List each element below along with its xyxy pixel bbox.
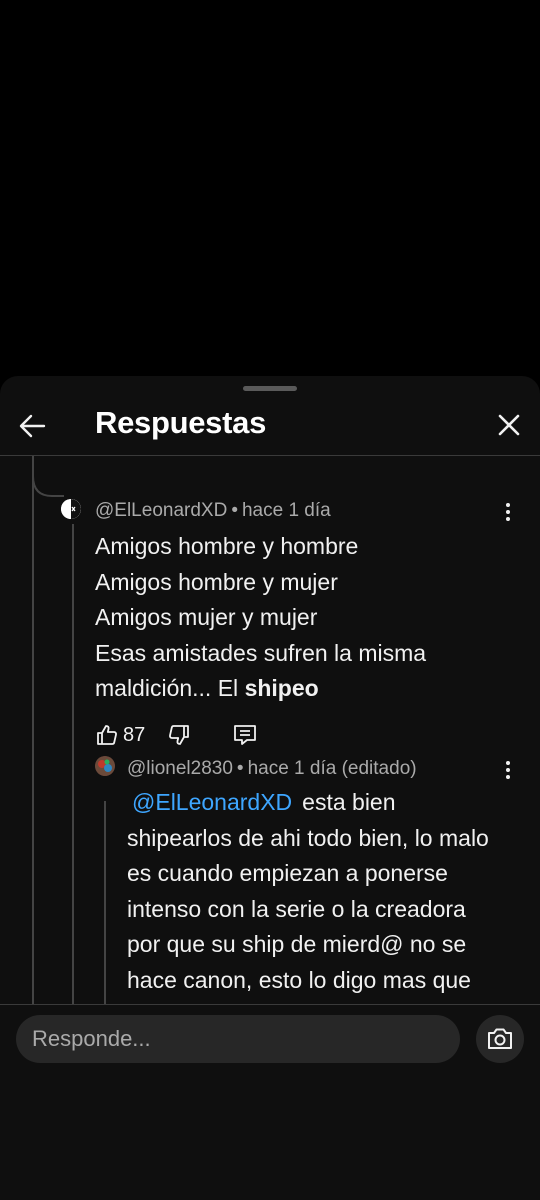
dislike-button[interactable] (167, 720, 191, 750)
comment-meta: @ElLeonardXD • hace 1 día (95, 500, 331, 522)
close-icon[interactable] (492, 408, 526, 442)
page-title: Respuestas (95, 405, 267, 440)
reply-line: intenso con la serie o la creadora (127, 895, 466, 922)
like-button[interactable]: 87 (95, 720, 145, 750)
reply-line: por que su ship de mierd@ no se (127, 931, 467, 957)
reply-line: shipearlos de ahi todo bien, lo malo (127, 824, 489, 851)
comment-line-last: maldición... El shipeo (95, 671, 515, 707)
reply-author[interactable]: @lionel2830 (127, 758, 233, 779)
reply-first-line: @ElLeonardXD esta bien (127, 785, 527, 821)
replies-sheet: Respuestas 2 (0, 376, 540, 1200)
reply-line: esta bien (302, 789, 396, 815)
reply-button[interactable] (232, 720, 258, 750)
comment-actions: 87 (95, 720, 275, 750)
mention-link[interactable]: @ElLeonardXD (132, 789, 292, 815)
comment-last-line-prefix: maldición... El (95, 675, 245, 701)
comment-line: Amigos mujer y mujer (95, 604, 318, 630)
reply-menu-icon[interactable] (503, 758, 513, 784)
comment-line: Amigos hombre y mujer (95, 568, 338, 595)
meta-separator: • (231, 500, 238, 521)
reply-bar (0, 1004, 540, 1200)
meta-separator: • (236, 758, 244, 779)
avatar[interactable] (95, 756, 115, 776)
reply-line: hace canon, esto lo digo mas que (127, 966, 471, 993)
drag-handle[interactable] (243, 386, 297, 391)
avatar-image-icon (95, 756, 115, 776)
comment-line: Esas amistades sufren la misma (95, 639, 427, 666)
comment-author[interactable]: @ElLeonardXD (95, 500, 227, 521)
comment-text: Amigos hombre y hombre Amigos hombre y m… (95, 529, 515, 707)
reply-time: hace 1 día (editado) (247, 758, 417, 779)
avatar[interactable] (61, 499, 81, 519)
replies-list[interactable]: 2 @ElLeonardXD•hace 1 día (0, 456, 540, 1004)
thumbs-up-icon (97, 725, 117, 745)
comment-elleonardxd: @ElLeonardXD • hace 1 día Amigos hombre y … (0, 456, 540, 746)
comment-line: Amigos hombre y hombre (95, 533, 359, 559)
back-arrow-icon[interactable] (14, 408, 50, 444)
comment-reply-icon (234, 725, 256, 745)
camera-icon (488, 1028, 512, 1049)
thumbs-down-icon (169, 725, 189, 745)
header: Respuestas (0, 400, 540, 456)
comment-time: hace 1 día (241, 500, 331, 521)
reply-meta: @lionel2830 • hace 1 día (editado) (127, 758, 417, 780)
comment-menu-icon[interactable] (503, 500, 513, 526)
reply-line: es cuando empiezan a ponerse (127, 860, 448, 886)
reply-input[interactable] (16, 1015, 460, 1063)
avatar-image-icon (61, 499, 81, 519)
camera-button[interactable] (476, 1015, 524, 1063)
comment-bold-word: shipeo (244, 675, 319, 701)
reply-text: @ElLeonardXD esta bien shipearlos de ahi … (127, 785, 527, 998)
reply-lionel2830: @lionel2830 • hace 1 día (editado) @ElLeon… (0, 752, 540, 1004)
like-count: 87 (123, 723, 146, 746)
